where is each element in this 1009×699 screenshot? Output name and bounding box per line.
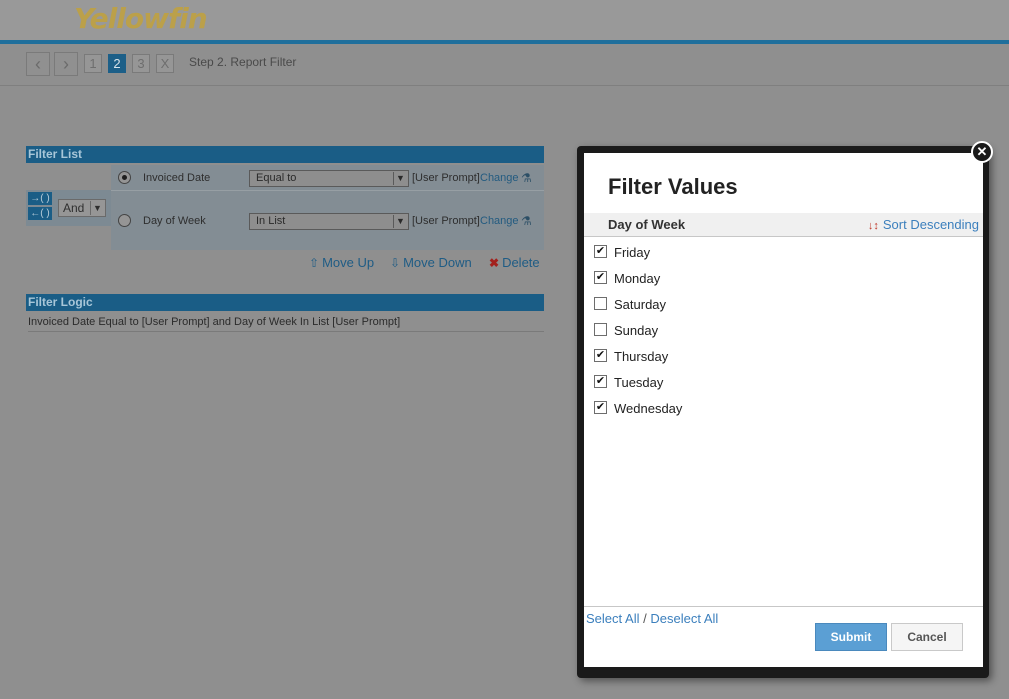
- filter-row: Day of Week In List ▼ [User Prompt] Chan…: [111, 208, 544, 234]
- back-button[interactable]: ‹: [26, 52, 50, 76]
- checkbox[interactable]: [594, 323, 607, 336]
- sort-descending-icon: ↓↕: [867, 220, 879, 232]
- value-label[interactable]: Sunday: [614, 323, 658, 338]
- filter-radio-invoiced-date[interactable]: [118, 171, 131, 184]
- checkbox[interactable]: ✔: [594, 245, 607, 258]
- filter-operator-value: Equal to: [256, 172, 297, 184]
- value-label[interactable]: Tuesday: [614, 375, 663, 390]
- filter-rows: Invoiced Date Equal to ▼ [User Prompt] C…: [111, 165, 544, 250]
- sort-descending-link[interactable]: ↓↕ Sort Descending: [868, 217, 979, 232]
- filter-list-heading: Filter List: [26, 146, 544, 163]
- indent-left-icon[interactable]: ←( ): [28, 207, 52, 220]
- value-label[interactable]: Wednesday: [614, 401, 682, 416]
- wizard-step-bar: ‹ › 1 2 3 X Step 2. Report Filter: [0, 44, 1009, 86]
- filter-field-name: Invoiced Date: [143, 172, 211, 184]
- filter-radio-day-of-week[interactable]: [118, 214, 131, 227]
- step-label: Step 2. Report Filter: [189, 55, 297, 69]
- join-operator-select[interactable]: And ▼: [58, 199, 106, 217]
- filter-change-link[interactable]: Change: [480, 215, 519, 227]
- indent-controls: →( ) ←( ): [28, 192, 52, 222]
- dialog-title: Filter Values: [608, 174, 738, 199]
- step-2-button[interactable]: 2: [108, 54, 126, 73]
- close-icon[interactable]: ✕: [971, 141, 993, 163]
- checkbox[interactable]: ✔: [594, 271, 607, 284]
- sort-descending-label: Sort Descending: [882, 217, 979, 232]
- chevron-down-icon: ▼: [90, 201, 104, 215]
- filter-logic-heading: Filter Logic: [26, 294, 544, 311]
- dialog-footer-divider: [584, 606, 983, 607]
- filter-value-text: [User Prompt]: [412, 215, 480, 227]
- select-links: Select All / Deselect All: [586, 611, 718, 626]
- link-separator: /: [643, 611, 647, 626]
- filter-help-icon[interactable]: ⚗: [521, 170, 537, 186]
- value-label[interactable]: Saturday: [614, 297, 666, 312]
- move-up-button[interactable]: ⇧ Move Up: [309, 255, 374, 270]
- delete-label: Delete: [502, 255, 540, 270]
- filter-field-name: Day of Week: [143, 215, 206, 227]
- cancel-button[interactable]: Cancel: [891, 623, 963, 651]
- filter-change-link[interactable]: Change: [480, 172, 519, 184]
- filter-values-dialog: Filter Values Day of Week ↓↕ Sort Descend…: [584, 153, 983, 667]
- select-all-link[interactable]: Select All: [586, 611, 639, 626]
- step-3-button[interactable]: 3: [132, 54, 150, 73]
- filter-operator-select[interactable]: In List ▼: [249, 213, 409, 230]
- filter-help-icon[interactable]: ⚗: [521, 213, 537, 229]
- values-column-header: Day of Week ↓↕ Sort Descending: [584, 213, 983, 237]
- checkbox[interactable]: ✔: [594, 349, 607, 362]
- arrow-down-icon: ⇩: [390, 256, 401, 270]
- step-1-button[interactable]: 1: [84, 54, 102, 73]
- yellowfin-logo: Yellowfin: [74, 2, 208, 35]
- forward-button[interactable]: ›: [54, 52, 78, 76]
- value-label[interactable]: Friday: [614, 245, 650, 260]
- app-header: Yellowfin: [0, 0, 1009, 40]
- value-label[interactable]: Thursday: [614, 349, 668, 364]
- move-down-button[interactable]: ⇩ Move Down: [390, 255, 472, 270]
- chevron-down-icon: ▼: [393, 172, 407, 185]
- checkbox[interactable]: ✔: [594, 401, 607, 414]
- checkbox[interactable]: [594, 297, 607, 310]
- delete-button[interactable]: ✖ Delete: [489, 255, 540, 270]
- delete-icon: ✖: [489, 256, 500, 270]
- filter-value-text: [User Prompt]: [412, 172, 480, 184]
- value-label[interactable]: Monday: [614, 271, 660, 286]
- column-title: Day of Week: [608, 217, 686, 232]
- filter-row: Invoiced Date Equal to ▼ [User Prompt] C…: [111, 165, 544, 191]
- deselect-all-link[interactable]: Deselect All: [650, 611, 718, 626]
- chevron-down-icon: ▼: [393, 215, 407, 228]
- filter-logic-text: Invoiced Date Equal to [User Prompt] and…: [28, 316, 544, 332]
- submit-button[interactable]: Submit: [815, 623, 887, 651]
- indent-right-icon[interactable]: →( ): [28, 192, 52, 205]
- step-close-button[interactable]: X: [156, 54, 174, 73]
- arrow-up-icon: ⇧: [309, 256, 320, 270]
- join-operator-value: And: [63, 201, 85, 215]
- move-up-label: Move Up: [322, 255, 375, 270]
- filter-operator-select[interactable]: Equal to ▼: [249, 170, 409, 187]
- filter-operator-value: In List: [256, 215, 286, 227]
- move-down-label: Move Down: [403, 255, 472, 270]
- checkbox[interactable]: ✔: [594, 375, 607, 388]
